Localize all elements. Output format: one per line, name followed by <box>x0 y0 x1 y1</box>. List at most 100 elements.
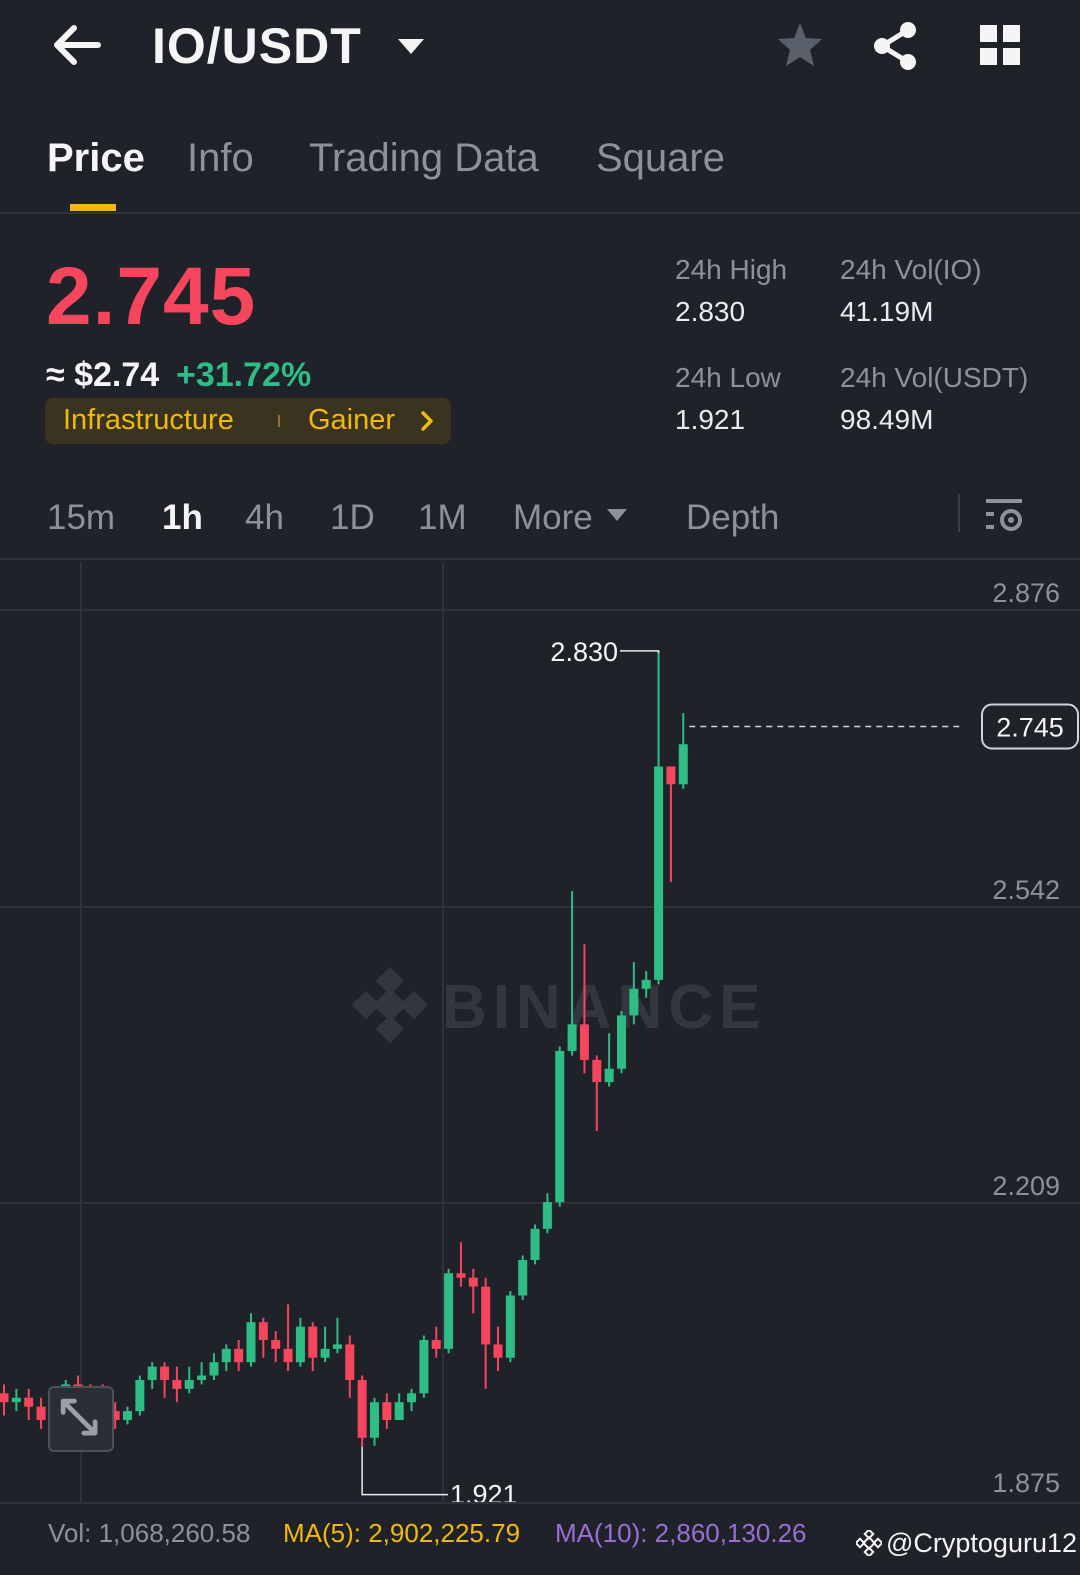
candle-body <box>592 1059 602 1083</box>
candle <box>530 1224 540 1265</box>
candle <box>518 1255 528 1300</box>
candle-body <box>407 1393 417 1403</box>
chart-settings-icon[interactable] <box>982 494 1026 536</box>
candle-body <box>678 744 688 785</box>
candle-body <box>604 1068 614 1083</box>
interval-1m[interactable]: 1M <box>418 498 467 538</box>
chart-annotations: 2.830 1.921 2.745 <box>361 637 1079 1502</box>
back-arrow-icon[interactable] <box>48 18 106 72</box>
candle <box>197 1362 207 1385</box>
candle <box>382 1393 392 1429</box>
candle-body <box>579 1024 589 1060</box>
candle-body <box>382 1402 392 1420</box>
candle-body <box>258 1322 268 1340</box>
interval-more[interactable]: More <box>513 498 593 538</box>
candle-body <box>246 1322 256 1363</box>
candle <box>407 1388 417 1412</box>
candle <box>283 1304 293 1372</box>
candle-body <box>444 1273 454 1349</box>
candle <box>123 1406 132 1425</box>
candle-body <box>394 1402 404 1420</box>
candle-body <box>617 1015 626 1069</box>
candle-body <box>518 1259 528 1296</box>
interval-15m[interactable]: 15m <box>47 498 115 538</box>
tab-price[interactable]: Price <box>47 136 145 181</box>
candle <box>271 1331 281 1363</box>
trading-pair-title[interactable]: IO/USDT <box>152 17 362 75</box>
caret-down-icon[interactable] <box>396 36 426 56</box>
candle-body <box>666 766 676 785</box>
high-24h-value: 2.830 <box>675 296 746 327</box>
candle-body <box>123 1411 132 1420</box>
interval-depth[interactable]: Depth <box>686 498 779 538</box>
ma5-value: MA(5): 2,902,225.79 <box>283 1518 521 1548</box>
candle <box>592 1055 602 1132</box>
candle <box>308 1322 318 1372</box>
interval-1h[interactable]: 1h <box>162 498 203 538</box>
candle-body <box>160 1366 170 1380</box>
candle-body <box>370 1402 379 1438</box>
tag-gainer[interactable]: Gainer <box>308 404 395 437</box>
low-24h-value: 1.921 <box>675 404 746 435</box>
candle-body <box>209 1362 219 1376</box>
candle <box>493 1326 503 1372</box>
tab-trading-data[interactable]: Trading Data <box>309 136 539 181</box>
candle <box>394 1393 404 1420</box>
candle <box>468 1268 478 1314</box>
low-24h-label: 24h Low <box>675 362 781 393</box>
vol-usdt-value: 98.49M <box>840 404 934 435</box>
grid-icon[interactable] <box>978 23 1022 67</box>
candle-body <box>530 1228 540 1260</box>
candlestick-chart[interactable]: BINANCE 2.830 1.921 2.745 2.876 2.542 2.209 1… <box>0 562 1080 1502</box>
candle-body <box>172 1379 182 1389</box>
candle-body <box>332 1344 342 1349</box>
candle <box>135 1375 145 1416</box>
active-tab-indicator <box>70 204 116 211</box>
tab-info[interactable]: Info <box>187 136 254 181</box>
high-24h-label: 24h High <box>675 254 788 285</box>
vol-io-label: 24h Vol(IO) <box>840 254 982 285</box>
candle-body <box>11 1397 21 1403</box>
candle-body <box>567 1024 577 1051</box>
interval-4h[interactable]: 4h <box>245 498 284 538</box>
star-icon[interactable] <box>775 20 825 70</box>
low-marker-label: 1.921 <box>450 1480 518 1502</box>
candle-body <box>271 1339 281 1349</box>
share-icon[interactable] <box>870 20 920 72</box>
candle-body <box>283 1348 293 1363</box>
page-tabs: Price Info Trading Data Square <box>0 118 1080 214</box>
candle <box>654 650 664 985</box>
interval-1d[interactable]: 1D <box>330 498 375 538</box>
candle <box>258 1317 268 1358</box>
candle-body <box>36 1406 46 1420</box>
ma10-value: MA(10): 2,860,130.26 <box>555 1518 807 1548</box>
tag-infrastructure[interactable]: Infrastructure <box>63 404 234 437</box>
candle <box>147 1362 157 1389</box>
expand-arrows-icon <box>60 1398 98 1436</box>
fullscreen-button[interactable] <box>48 1386 114 1452</box>
category-tags[interactable]: Infrastructure Gainer <box>45 398 451 444</box>
candle-body <box>493 1344 503 1358</box>
candle-body <box>234 1348 244 1363</box>
candle <box>444 1268 454 1354</box>
candle <box>666 766 676 883</box>
more-caret-icon[interactable] <box>606 508 628 522</box>
candle <box>629 962 639 1025</box>
candle <box>160 1362 170 1398</box>
candles-layer <box>0 650 688 1447</box>
candle <box>209 1353 219 1380</box>
candle <box>295 1317 305 1367</box>
chevron-right-icon[interactable] <box>419 410 435 432</box>
candle <box>505 1291 515 1363</box>
tab-square[interactable]: Square <box>596 136 725 181</box>
vol-usdt-label: 24h Vol(USDT) <box>840 362 1029 393</box>
volume-value: Vol: 1,068,260.58 <box>48 1518 251 1548</box>
watermark-text: BINANCE <box>442 973 766 1042</box>
candle-body <box>135 1379 145 1412</box>
binance-watermark: BINANCE <box>351 966 766 1044</box>
candle <box>345 1335 355 1398</box>
candle-body <box>419 1339 429 1394</box>
candle-body <box>320 1348 330 1358</box>
candle-body <box>555 1050 565 1203</box>
candle <box>431 1326 441 1358</box>
